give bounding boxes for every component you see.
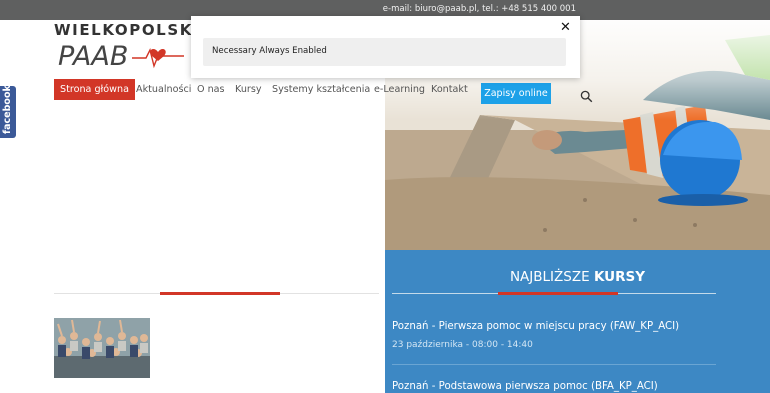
contact-info: e-mail: biuro@paab.pl, tel.: +48 515 400…: [382, 4, 576, 14]
svg-text:PAAB: PAAB: [58, 41, 128, 72]
nav-item-kursy[interactable]: Kursy: [235, 79, 262, 100]
facebook-tab[interactable]: facebook: [0, 85, 16, 138]
register-online-button[interactable]: Zapisy online: [481, 83, 551, 104]
course-title-link[interactable]: Poznań - Podstawowa pierwsza pomoc (BFA_…: [392, 381, 658, 392]
nav-item-o-nas[interactable]: O nas: [197, 79, 225, 100]
courses-heading: NAJBLIŻSZE KURSY: [509, 269, 646, 285]
facebook-label: facebook: [2, 85, 13, 134]
course-separator: [392, 364, 716, 365]
nav-item-systemy-ksztalcenia[interactable]: Systemy kształcenia: [272, 79, 370, 100]
section-divider-accent: [160, 292, 280, 295]
nav-item-e-learning[interactable]: e-Learning: [374, 79, 425, 100]
course-title-link[interactable]: Poznań - Pierwsza pomoc w miejscu pracy …: [392, 321, 679, 332]
courses-heading-accent: [498, 292, 618, 295]
nav-item-kontakt[interactable]: Kontakt: [431, 79, 468, 100]
course-date: 23 października - 08:00 - 14:40: [392, 340, 533, 350]
nav-item-aktualnosci[interactable]: Aktualności: [136, 79, 191, 100]
search-icon[interactable]: [580, 88, 593, 103]
cookie-consent-panel: Necessary Always Enabled ✕: [191, 16, 580, 78]
close-icon[interactable]: ✕: [560, 21, 571, 34]
upcoming-courses-panel: NAJBLIŻSZE KURSY Poznań - Pierwsza pomoc…: [385, 250, 770, 393]
paab-logo[interactable]: PAAB: [58, 38, 188, 72]
cookie-category-necessary[interactable]: Necessary Always Enabled: [203, 38, 566, 66]
group-photo-thumbnail[interactable]: [54, 318, 150, 378]
cookie-category-label: Necessary Always Enabled: [212, 46, 327, 56]
nav-item-strona-glowna[interactable]: Strona główna: [54, 79, 135, 100]
